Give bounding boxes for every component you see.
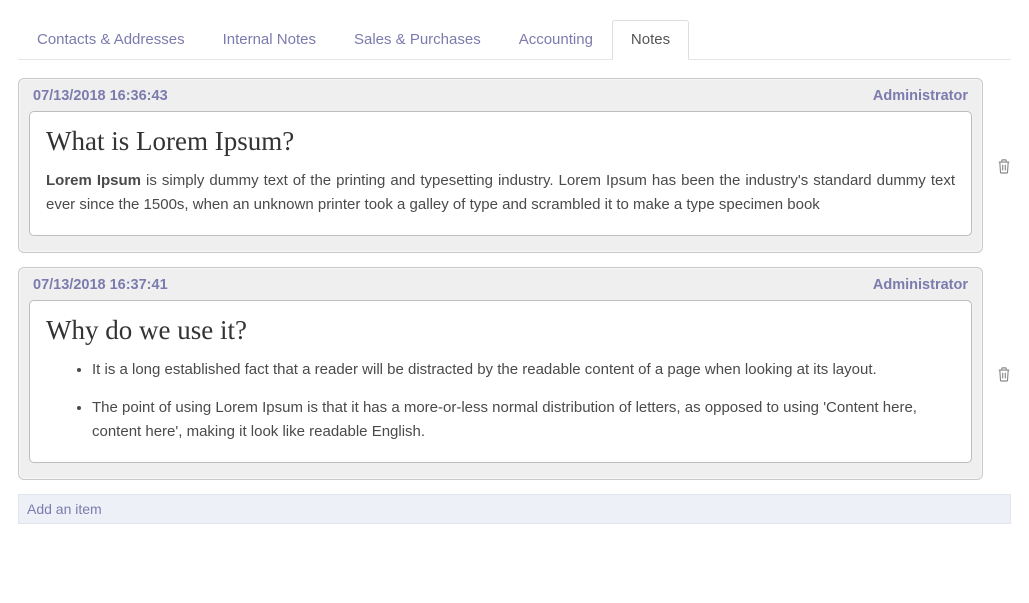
note-body[interactable]: What is Lorem Ipsum? Lorem Ipsum is simp… <box>29 111 972 236</box>
note-title: Why do we use it? <box>46 315 955 346</box>
note-card: 07/13/2018 16:37:41 Administrator Why do… <box>18 267 983 480</box>
note-card: 07/13/2018 16:36:43 Administrator What i… <box>18 78 983 253</box>
note-list: It is a long established fact that a rea… <box>46 358 955 444</box>
add-item-button[interactable]: Add an item <box>18 494 1011 524</box>
list-item: The point of using Lorem Ipsum is that i… <box>92 396 955 444</box>
note-timestamp: 07/13/2018 16:37:41 <box>33 277 168 293</box>
notes-list: 07/13/2018 16:36:43 Administrator What i… <box>18 78 1011 480</box>
note-title: What is Lorem Ipsum? <box>46 126 955 157</box>
note-text: Lorem Ipsum is simply dummy text of the … <box>46 169 955 217</box>
note-row: 07/13/2018 16:36:43 Administrator What i… <box>18 78 1011 253</box>
tab-notes[interactable]: Notes <box>612 20 689 60</box>
tab-contacts-addresses[interactable]: Contacts & Addresses <box>18 20 204 60</box>
tab-sales-purchases[interactable]: Sales & Purchases <box>335 20 500 60</box>
note-body[interactable]: Why do we use it? It is a long establish… <box>29 300 972 463</box>
note-author: Administrator <box>873 277 968 293</box>
trash-icon[interactable] <box>997 158 1011 174</box>
trash-icon[interactable] <box>997 366 1011 382</box>
note-author: Administrator <box>873 88 968 104</box>
list-item: It is a long established fact that a rea… <box>92 358 955 382</box>
note-row: 07/13/2018 16:37:41 Administrator Why do… <box>18 267 1011 480</box>
tab-internal-notes[interactable]: Internal Notes <box>204 20 335 60</box>
note-timestamp: 07/13/2018 16:36:43 <box>33 88 168 104</box>
tab-bar: Contacts & Addresses Internal Notes Sale… <box>18 20 1011 60</box>
tab-accounting[interactable]: Accounting <box>500 20 612 60</box>
